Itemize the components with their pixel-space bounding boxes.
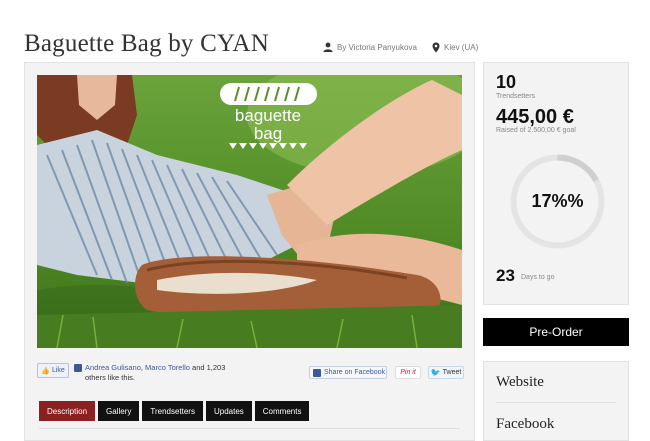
tab-gallery[interactable]: Gallery [98, 401, 140, 421]
tweet-label: Tweet [442, 369, 462, 376]
hero-image[interactable]: baguette bag [37, 75, 462, 348]
friend-link-2[interactable]: Marco Torello [145, 363, 190, 372]
pinterest-button[interactable]: Pin it [395, 366, 421, 379]
days-label: Days to go [521, 274, 555, 281]
share-facebook-button[interactable]: Share on Facebook [309, 366, 387, 379]
tab-updates[interactable]: Updates [205, 401, 252, 421]
thumbs-up-icon: 👍 [41, 367, 50, 375]
percent-funded: 17%% [531, 191, 584, 211]
days-count: 23 [496, 266, 515, 285]
links-divider [496, 402, 616, 403]
location-name: Kiev (UA) [444, 43, 479, 52]
author-name[interactable]: By Victoria Panyukova [337, 43, 417, 52]
friend-link-1[interactable]: Andrea Gulisano [85, 363, 141, 372]
logo-text-line2: bag [254, 124, 282, 143]
tab-comments[interactable]: Comments [254, 401, 310, 421]
like-label: Like [51, 367, 65, 374]
tweet-button[interactable]: 🐦 Tweet [428, 366, 464, 379]
share-facebook-label: Share on Facebook [324, 369, 386, 376]
project-tabs: Description Gallery Trendsetters Updates… [39, 401, 310, 421]
author-meta[interactable]: By Victoria Panyukova [323, 42, 417, 52]
project-title: Baguette Bag by CYAN [24, 30, 269, 57]
preorder-button[interactable]: Pre-Order [483, 318, 629, 346]
social-bar: 👍 Like Andrea Gulisano, Marco Torello an… [37, 362, 464, 384]
twitter-bird-icon: 🐦 [430, 368, 441, 377]
raised-amount: 445,00 € [496, 106, 574, 128]
stats-panel: 10 Trendsetters 445,00 € Raised of 2.500… [483, 62, 629, 305]
links-panel: Website Facebook [483, 361, 629, 441]
raised-goal: Raised of 2.500,00 € goal [496, 127, 576, 134]
likes-summary: Andrea Gulisano, Marco Torello and 1,203… [85, 363, 235, 383]
website-link[interactable]: Website [496, 374, 544, 391]
logo-text-line1: baguette [235, 106, 301, 125]
facebook-like-button[interactable]: 👍 Like [37, 363, 69, 378]
user-icon [323, 42, 333, 52]
facebook-icon [313, 368, 321, 377]
trendsetters-count: 10 [496, 72, 517, 92]
facebook-link[interactable]: Facebook [496, 416, 554, 433]
trendsetters-label: Trendsetters [496, 93, 536, 100]
tab-trendsetters[interactable]: Trendsetters [142, 401, 203, 421]
location-pin-icon [432, 42, 440, 53]
location-meta: Kiev (UA) [432, 42, 478, 53]
tab-divider [39, 428, 460, 429]
tab-description[interactable]: Description [39, 401, 96, 421]
facebook-icon [74, 364, 82, 372]
